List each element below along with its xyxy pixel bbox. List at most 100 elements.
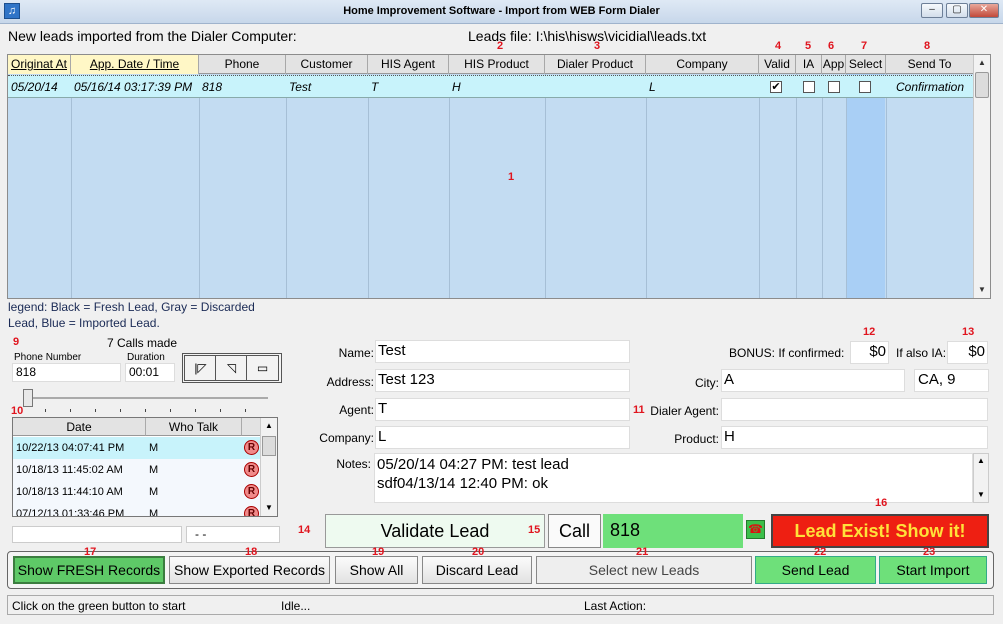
col-originat-at[interactable]: Originat At (8, 55, 71, 74)
lead-exist-button[interactable]: Lead Exist! Show it! (771, 514, 989, 548)
dialer-agent-field[interactable] (721, 398, 988, 421)
recording-icon[interactable]: R (244, 462, 259, 477)
cell-company: L (649, 80, 656, 94)
call-slider-thumb[interactable] (23, 389, 33, 407)
notes-label: Notes: (336, 457, 371, 471)
company-label: Company: (319, 431, 374, 445)
company-field[interactable]: L (375, 426, 630, 449)
marker-16: 16 (875, 497, 888, 509)
maximize-button[interactable]: ▢ (946, 3, 968, 18)
scroll-thumb[interactable] (975, 72, 989, 98)
recording-icon[interactable]: R (244, 484, 259, 499)
call-row[interactable]: 10/18/13 11:45:02 AM M R (13, 459, 261, 481)
notes-line-2: sdf04/13/14 12:40 PM: ok (377, 475, 548, 492)
marker-4: 4 (775, 40, 782, 52)
name-field[interactable]: Test (375, 340, 630, 363)
status-state: Idle... (281, 599, 311, 613)
state-field[interactable]: CA, 9 (914, 369, 989, 392)
next-call-button[interactable]: ◹ (215, 355, 248, 381)
show-all-button[interactable]: Show All (335, 556, 418, 584)
scroll-thumb[interactable] (262, 436, 276, 456)
col-customer[interactable]: Customer (286, 55, 368, 74)
recording-icon[interactable]: R (244, 506, 259, 516)
call-button[interactable]: Call (548, 514, 601, 548)
leads-grid[interactable]: Originat At App. Date / Time Phone Custo… (7, 54, 991, 299)
legend-line-1: legend: Black = Fresh Lead, Gray = Disca… (8, 300, 255, 314)
scroll-up-icon[interactable]: ▲ (974, 454, 988, 468)
calls-list[interactable]: Date Who Talk 10/22/13 04:07:41 PM M R 1… (12, 417, 278, 517)
discard-lead-button[interactable]: Discard Lead (422, 556, 532, 584)
bonus-field[interactable]: $0 (850, 341, 889, 364)
col-send-to[interactable]: Send To (886, 55, 974, 74)
call-slider-track[interactable] (25, 397, 268, 399)
scroll-down-icon[interactable]: ▼ (974, 488, 988, 502)
recording-icon[interactable]: R (244, 440, 259, 455)
ia-checkbox[interactable] (803, 81, 815, 93)
call-row[interactable]: 10/22/13 04:07:41 PM M R (13, 437, 261, 459)
close-button[interactable]: ✕ (969, 3, 999, 18)
marker-7: 7 (861, 40, 868, 52)
show-exported-records-button[interactable]: Show Exported Records (169, 556, 330, 584)
status-hint: Click on the green button to start (12, 599, 186, 613)
cell-send-to: Confirmation (895, 80, 965, 94)
calls-col-who-talk[interactable]: Who Talk (146, 418, 242, 436)
col-company[interactable]: Company (646, 55, 759, 74)
marker-8: 8 (924, 40, 931, 52)
send-lead-button[interactable]: Send Lead (755, 556, 876, 584)
notes-field[interactable]: 05/20/14 04:27 PM: test lead sdf04/13/14… (374, 453, 973, 503)
select-checkbox[interactable] (859, 81, 871, 93)
col-phone[interactable]: Phone (199, 55, 286, 74)
marker-11: 11 (633, 404, 645, 416)
cell-dialer-product (545, 76, 646, 98)
marker-1: 1 (508, 171, 515, 183)
minimize-button[interactable]: – (921, 3, 943, 18)
col-app-date-time[interactable]: App. Date / Time (71, 55, 199, 74)
leads-file-path: Leads file: I:\his\hisws\vicidial\leads.… (468, 28, 707, 44)
select-new-leads-button[interactable]: Select new Leads (536, 556, 752, 584)
address-label: Address: (326, 375, 374, 389)
col-his-agent[interactable]: HIS Agent (368, 55, 449, 74)
call-row[interactable]: 07/12/13 01:33:46 PM M R (13, 503, 261, 516)
col-valid[interactable]: Valid (759, 55, 796, 74)
cell-phone: 818 (202, 80, 223, 94)
phone-number-label: Phone Number (14, 352, 82, 363)
first-call-button[interactable]: |◸ (184, 355, 217, 381)
valid-checkbox[interactable]: ✔ (770, 81, 782, 93)
scroll-up-icon[interactable]: ▲ (974, 55, 990, 71)
col-app[interactable]: App (822, 55, 846, 74)
grid-scrollbar[interactable]: ▲ ▼ (973, 55, 990, 298)
cell-app-date-time: 05/16/14 03:17:39 PM (74, 80, 193, 94)
grid-header: Originat At App. Date / Time Phone Custo… (8, 55, 974, 74)
address-field[interactable]: Test 123 (375, 369, 630, 392)
legend-line-2: Lead, Blue = Imported Lead. (8, 316, 160, 330)
show-fresh-records-button[interactable]: Show FRESH Records (13, 556, 165, 584)
notes-scrollbar[interactable]: ▲ ▼ (973, 453, 989, 503)
city-field[interactable]: A (721, 369, 905, 392)
col-ia[interactable]: IA (796, 55, 822, 74)
scroll-down-icon[interactable]: ▼ (261, 500, 277, 516)
col-his-product[interactable]: HIS Product (449, 55, 545, 74)
col-select[interactable]: Select (846, 55, 886, 74)
scroll-down-icon[interactable]: ▼ (974, 282, 990, 298)
call-row[interactable]: 10/18/13 11:44:10 AM M R (13, 481, 261, 503)
scroll-up-icon[interactable]: ▲ (261, 418, 277, 434)
start-import-button[interactable]: Start Import (879, 556, 987, 584)
agent-field[interactable]: T (375, 398, 630, 421)
lead-row[interactable]: 05/20/14 05/16/14 03:17:39 PM 818 Test T… (8, 75, 974, 98)
cell-customer: Test (289, 80, 312, 94)
cell-his-product: H (452, 80, 461, 94)
new-leads-heading: New leads imported from the Dialer Compu… (8, 28, 297, 44)
validate-lead-button[interactable]: Validate Lead (325, 514, 545, 548)
cell-originat-at: 05/20/14 (11, 80, 58, 94)
phone-number-field[interactable]: 818 (12, 363, 121, 382)
ia-bonus-field[interactable]: $0 (947, 341, 988, 364)
select-column-highlight (846, 74, 885, 298)
status-last-action: Last Action: (584, 599, 647, 613)
phone-icon[interactable]: ☎ (746, 520, 765, 539)
col-dialer-product[interactable]: Dialer Product (545, 55, 646, 74)
calls-col-date[interactable]: Date (13, 418, 146, 436)
app-checkbox[interactable] (828, 81, 840, 93)
stop-call-button[interactable]: ▭ (246, 355, 279, 381)
product-field[interactable]: H (721, 426, 988, 449)
calls-scrollbar[interactable]: ▲ ▼ (260, 418, 277, 516)
